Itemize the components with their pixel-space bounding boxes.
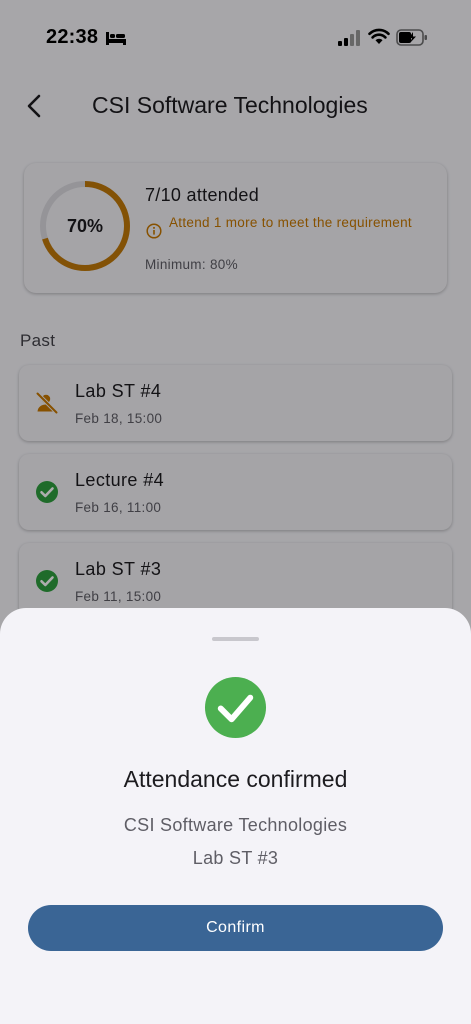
check-circle-icon — [204, 676, 267, 739]
confirmation-bottom-sheet: Attendance confirmed CSI Software Techno… — [0, 608, 471, 1024]
sheet-title: Attendance confirmed — [123, 766, 348, 792]
sheet-session-name: Lab ST #3 — [192, 848, 279, 868]
confirm-button[interactable]: Confirm — [28, 905, 443, 951]
sheet-course-name: CSI Software Technologies — [123, 815, 348, 835]
drag-handle[interactable] — [212, 637, 259, 641]
